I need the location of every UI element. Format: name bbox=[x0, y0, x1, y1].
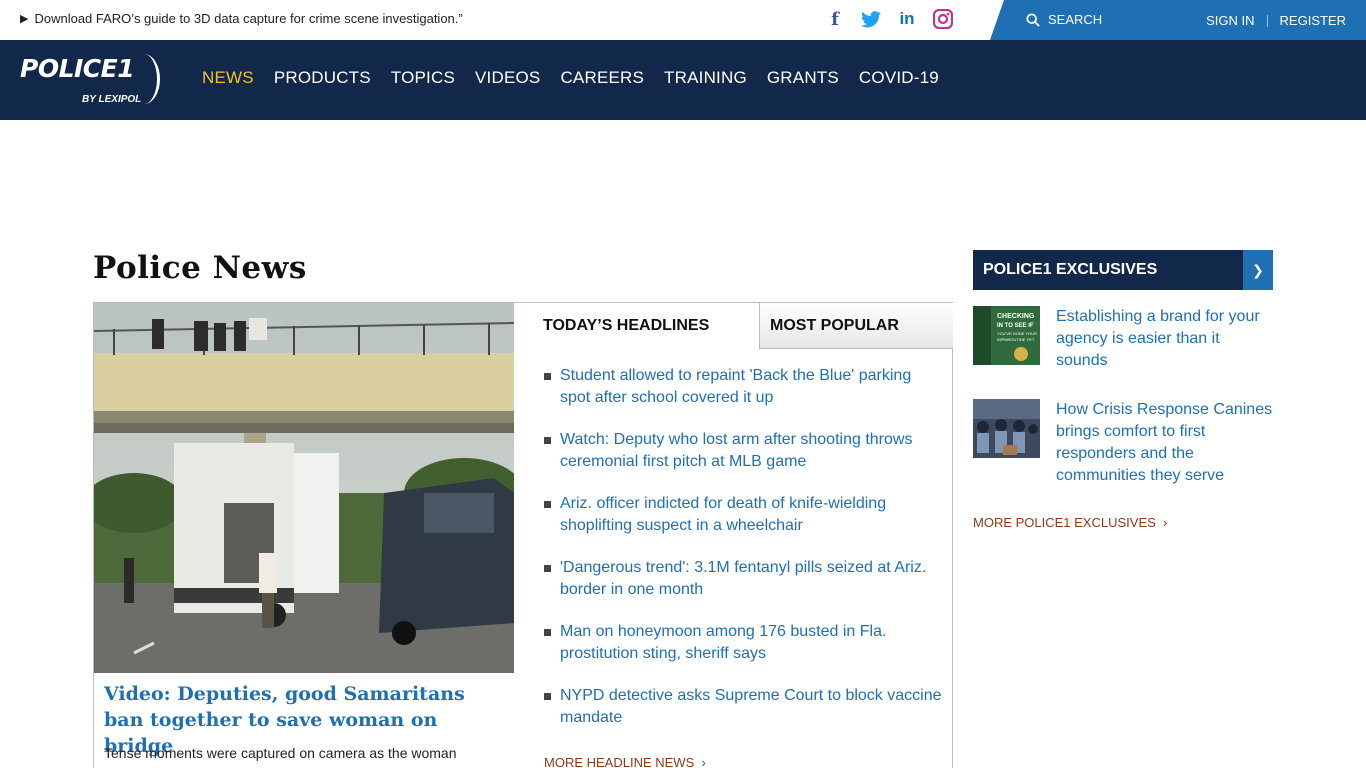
search-icon bbox=[1026, 12, 1040, 27]
featured-news-box: Video: Deputies, good Samaritans ban tog… bbox=[93, 302, 953, 768]
nav-item-products[interactable]: PRODUCTS bbox=[274, 68, 371, 88]
facebook-icon[interactable]: f bbox=[824, 8, 846, 30]
svg-text:#9PMROUTINE YET: #9PMROUTINE YET bbox=[997, 337, 1035, 342]
utility-bar: ▶ Download FARO’s guide to 3D data captu… bbox=[0, 0, 1366, 40]
nav-item-topics[interactable]: TOPICS bbox=[391, 68, 455, 88]
logo-swoosh-icon bbox=[128, 54, 160, 104]
main-nav: POLICE1 BY LEXIPOL NEWS PRODUCTS TOPICS … bbox=[0, 40, 1366, 120]
hero-description: Tense moments were captured on camera as… bbox=[104, 745, 457, 768]
more-exclusives-label: MORE POLICE1 EXCLUSIVES bbox=[973, 515, 1156, 530]
nav-item-news[interactable]: NEWS bbox=[202, 68, 254, 88]
headline-item[interactable]: NYPD detective asks Supreme Court to blo… bbox=[544, 685, 944, 729]
promo-link[interactable]: ▶ Download FARO’s guide to 3D data captu… bbox=[20, 11, 463, 26]
headline-item[interactable]: Student allowed to repaint 'Back the Blu… bbox=[544, 365, 944, 409]
auth-links: SIGN IN REGISTER bbox=[1206, 13, 1346, 28]
divider bbox=[1266, 14, 1268, 27]
hero-image[interactable] bbox=[94, 303, 514, 673]
nav-item-grants[interactable]: GRANTS bbox=[767, 68, 839, 88]
account-bar: SEARCH SIGN IN REGISTER bbox=[990, 0, 1366, 40]
play-icon: ▶ bbox=[20, 13, 29, 25]
exclusive-thumbnail[interactable] bbox=[973, 399, 1040, 458]
tab-todays-headlines[interactable]: TODAY’S HEADLINES bbox=[514, 303, 760, 349]
more-headline-label: MORE HEADLINE NEWS bbox=[544, 755, 695, 768]
search-button[interactable]: SEARCH bbox=[1026, 12, 1102, 27]
headline-item[interactable]: Ariz. officer indicted for death of knif… bbox=[544, 493, 944, 537]
nav-item-covid-19[interactable]: COVID-19 bbox=[859, 68, 939, 88]
svg-text:IN TO SEE IF: IN TO SEE IF bbox=[997, 323, 1034, 329]
twitter-icon[interactable] bbox=[860, 8, 882, 30]
headline-list: Student allowed to repaint 'Back the Blu… bbox=[544, 365, 944, 749]
chevron-right-icon: › bbox=[1159, 515, 1168, 530]
linkedin-icon[interactable]: in bbox=[896, 8, 918, 30]
exclusive-title[interactable]: How Crisis Response Canines brings comfo… bbox=[1056, 399, 1274, 487]
exclusives-header: POLICE1 EXCLUSIVES ❯ bbox=[973, 250, 1273, 290]
headline-item[interactable]: Watch: Deputy who lost arm after shootin… bbox=[544, 429, 944, 473]
nav-item-careers[interactable]: CAREERS bbox=[560, 68, 644, 88]
search-label: SEARCH bbox=[1048, 12, 1103, 27]
promo-text: Download FARO’s guide to 3D data capture… bbox=[34, 11, 463, 26]
exclusives-title: POLICE1 EXCLUSIVES bbox=[983, 261, 1158, 278]
more-exclusives-link[interactable]: MORE POLICE1 EXCLUSIVES › bbox=[973, 515, 1167, 530]
tab-most-popular[interactable]: MOST POPULAR bbox=[760, 303, 953, 349]
nav-item-training[interactable]: TRAINING bbox=[664, 68, 747, 88]
chevron-right-icon: › bbox=[697, 755, 706, 768]
instagram-icon[interactable] bbox=[932, 8, 954, 30]
nav-item-videos[interactable]: VIDEOS bbox=[475, 68, 540, 88]
police1-logo[interactable]: POLICE1 BY LEXIPOL bbox=[20, 54, 160, 105]
svg-text:CHECKING: CHECKING bbox=[997, 313, 1035, 320]
sign-in-link[interactable]: SIGN IN bbox=[1206, 13, 1254, 28]
page-title: Police News bbox=[93, 250, 307, 286]
headline-item[interactable]: 'Dangerous trend': 3.1M fentanyl pills s… bbox=[544, 557, 944, 601]
exclusive-title[interactable]: Establishing a brand for your agency is … bbox=[1056, 306, 1274, 372]
headline-tabs: TODAY’S HEADLINES MOST POPULAR bbox=[514, 303, 953, 349]
headline-item[interactable]: Man on honeymoon among 176 busted in Fla… bbox=[544, 621, 944, 665]
social-links: f in bbox=[824, 8, 954, 30]
svg-text:YOU'VE DONE YOUR: YOU'VE DONE YOUR bbox=[997, 331, 1037, 336]
logo-word: POLICE1 bbox=[20, 54, 135, 83]
more-headline-news-link[interactable]: MORE HEADLINE NEWS › bbox=[544, 755, 706, 768]
chevron-right-icon[interactable]: ❯ bbox=[1243, 250, 1273, 290]
nav-menu: NEWS PRODUCTS TOPICS VIDEOS CAREERS TRAI… bbox=[202, 68, 939, 88]
exclusive-thumbnail[interactable]: CHECKING IN TO SEE IF YOU'VE DONE YOUR #… bbox=[973, 306, 1040, 365]
register-link[interactable]: REGISTER bbox=[1280, 13, 1346, 28]
